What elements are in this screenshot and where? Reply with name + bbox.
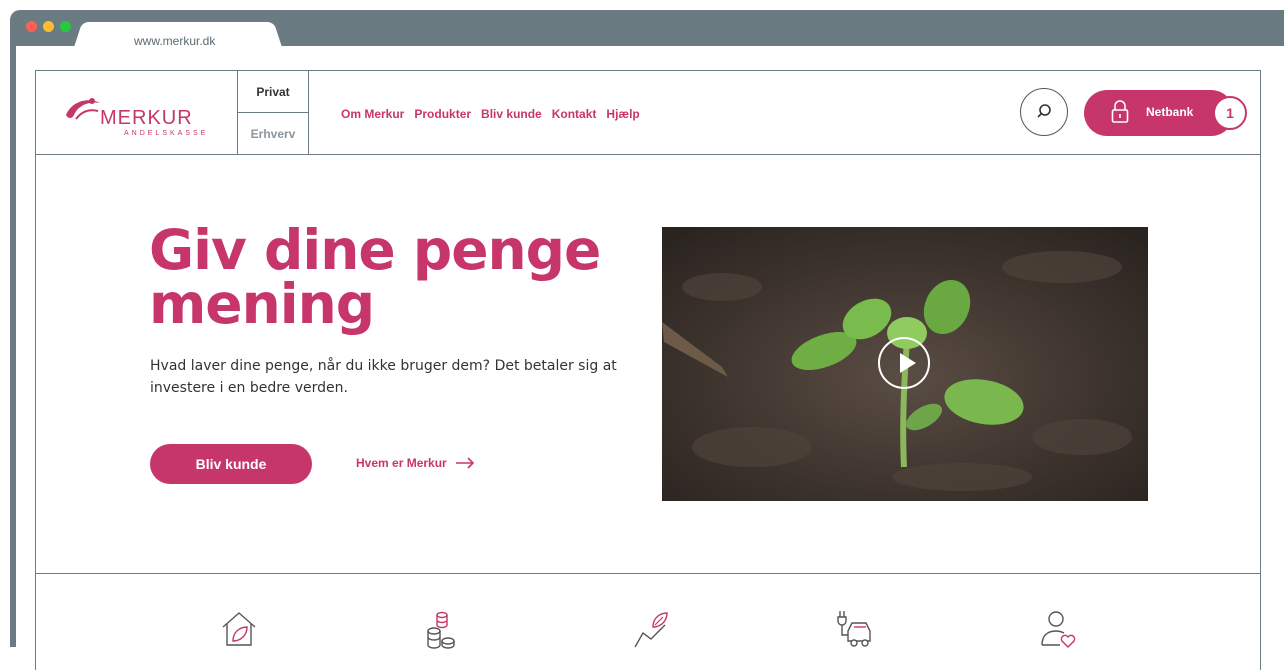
play-icon[interactable] bbox=[878, 337, 930, 389]
site-header: MERKUR ANDELSKASSE Privat Erhverv Om Mer… bbox=[36, 71, 1260, 155]
hero-title: Giv dine penge mening bbox=[149, 218, 601, 336]
merkur-logo[interactable]: MERKUR ANDELSKASSE bbox=[62, 93, 222, 137]
site-frame: MERKUR ANDELSKASSE Privat Erhverv Om Mer… bbox=[35, 70, 1261, 670]
segment-privat[interactable]: Privat bbox=[238, 71, 308, 113]
ev-car-icon[interactable] bbox=[834, 609, 874, 649]
url-label: www.merkur.dk bbox=[134, 34, 216, 48]
main-nav: Om Merkur Produkter Bliv kunde Kontakt H… bbox=[341, 107, 640, 121]
bliv-kunde-button[interactable]: Bliv kunde bbox=[150, 444, 312, 484]
step-badge: 1 bbox=[1213, 96, 1247, 130]
close-dot[interactable] bbox=[26, 21, 37, 32]
nav-kontakt[interactable]: Kontakt bbox=[552, 107, 597, 121]
minimize-dot[interactable] bbox=[43, 21, 54, 32]
search-icon bbox=[1036, 103, 1051, 118]
nav-hjaelp[interactable]: Hjælp bbox=[606, 107, 639, 121]
netbank-label: Netbank bbox=[1146, 105, 1194, 119]
link-label: Hvem er Merkur bbox=[356, 456, 447, 470]
logo-wordmark: MERKUR bbox=[100, 107, 193, 129]
hero-text: Hvad laver dine penge, når du ikke bruge… bbox=[150, 358, 617, 396]
window-controls bbox=[26, 21, 71, 32]
lock-icon bbox=[1111, 100, 1129, 123]
netbank-button[interactable]: Netbank bbox=[1084, 90, 1234, 136]
section-divider bbox=[36, 573, 1260, 574]
page-viewport: MERKUR ANDELSKASSE Privat Erhverv Om Mer… bbox=[16, 46, 1284, 670]
coins-icon[interactable] bbox=[422, 609, 462, 649]
segment-switch: Privat Erhverv bbox=[237, 71, 309, 155]
nav-bliv-kunde[interactable]: Bliv kunde bbox=[481, 107, 542, 121]
hero-video[interactable] bbox=[662, 227, 1148, 501]
browser-tab[interactable]: www.merkur.dk bbox=[88, 22, 268, 48]
maximize-dot[interactable] bbox=[60, 21, 71, 32]
arrow-right-icon bbox=[455, 457, 474, 469]
hvem-er-merkur-link[interactable]: Hvem er Merkur bbox=[356, 456, 475, 470]
person-heart-icon[interactable] bbox=[1038, 609, 1078, 649]
search-button[interactable] bbox=[1020, 88, 1068, 136]
growth-leaf-icon[interactable] bbox=[631, 609, 671, 649]
nav-produkter[interactable]: Produkter bbox=[414, 107, 471, 121]
house-leaf-icon[interactable] bbox=[219, 609, 259, 649]
nav-om-merkur[interactable]: Om Merkur bbox=[341, 107, 404, 121]
segment-erhverv[interactable]: Erhverv bbox=[238, 113, 308, 155]
logo-subtitle: ANDELSKASSE bbox=[124, 130, 209, 137]
